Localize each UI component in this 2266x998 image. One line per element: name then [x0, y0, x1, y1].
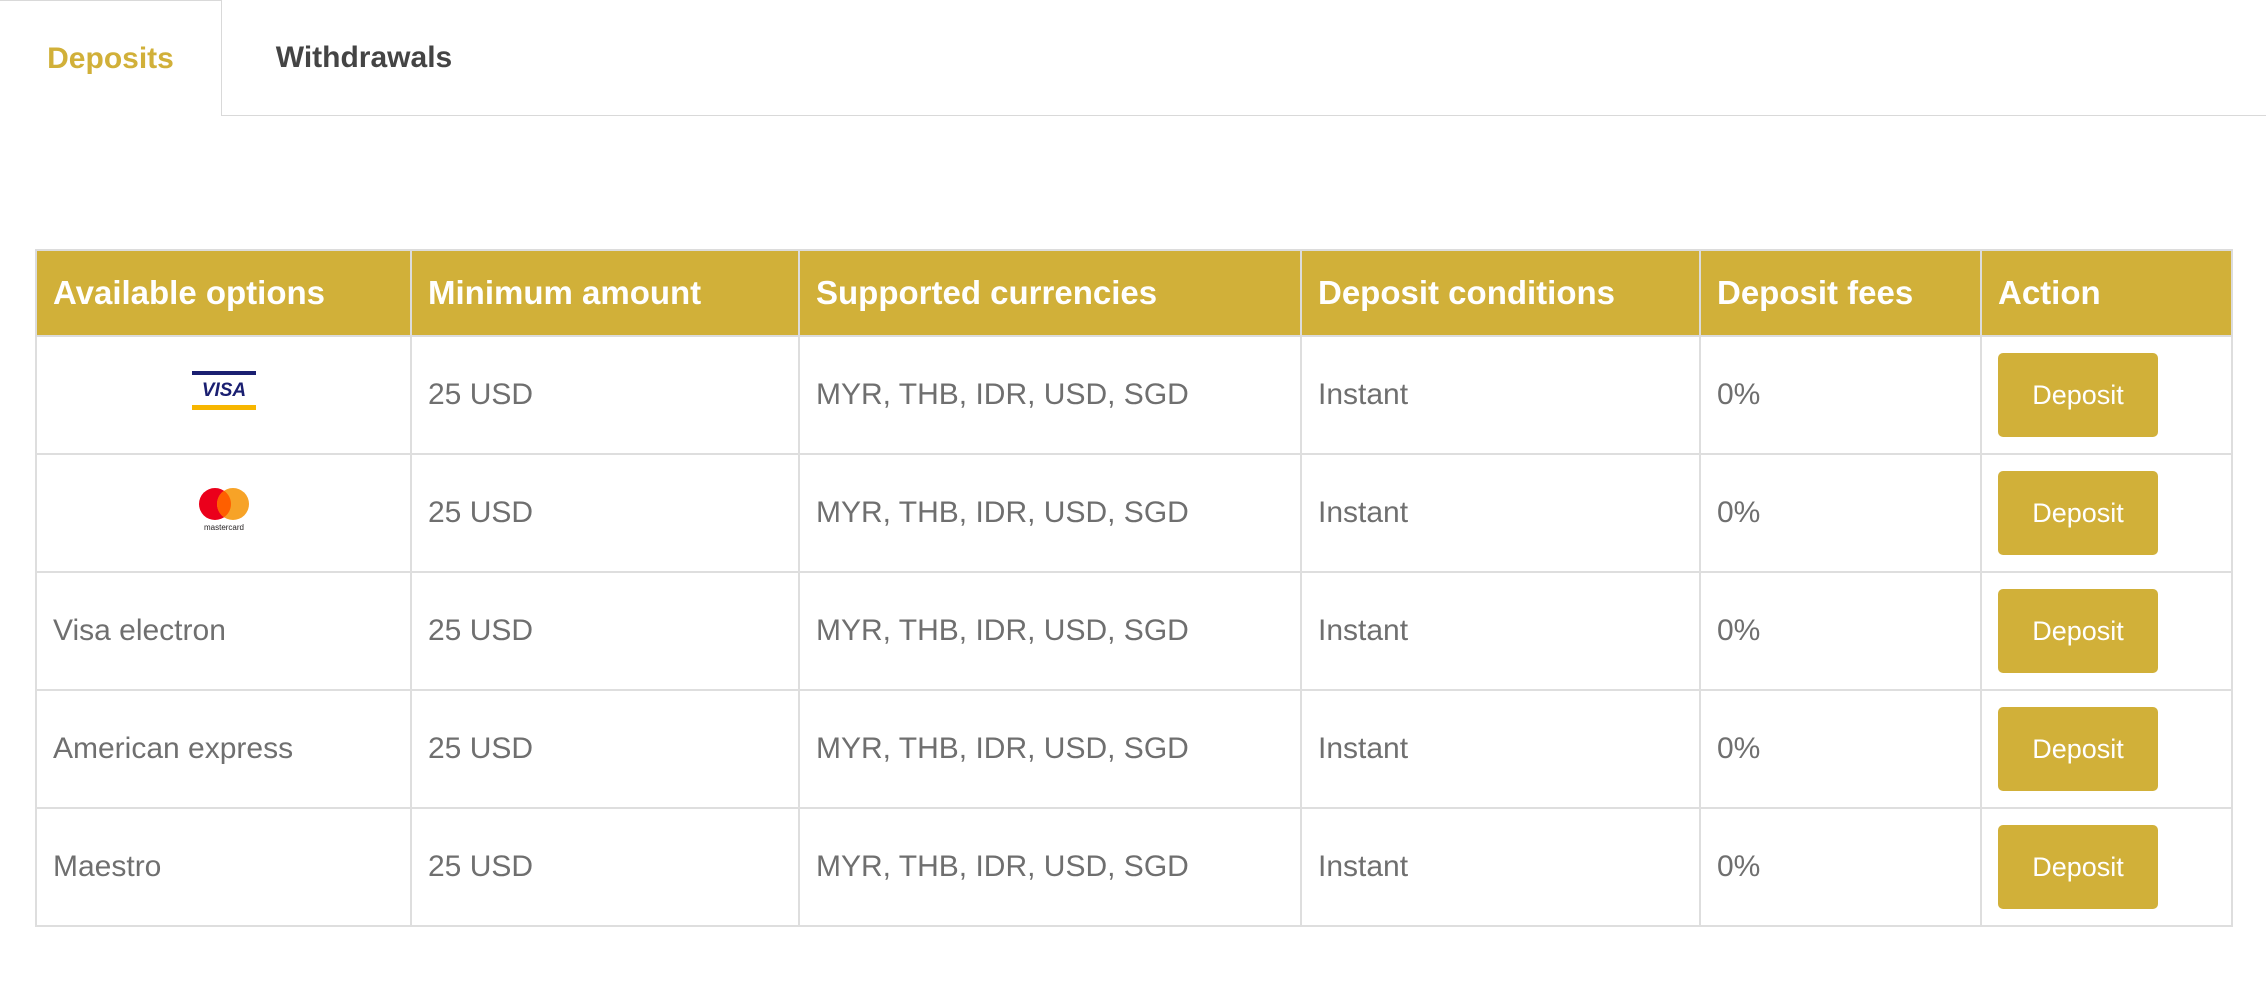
svg-text:mastercard: mastercard: [203, 523, 243, 532]
tab-withdrawals[interactable]: Withdrawals: [222, 0, 506, 116]
option-cell: Maestro: [35, 807, 412, 927]
mastercard-logo: mastercard: [198, 488, 249, 532]
conditions-cell: Instant: [1300, 571, 1701, 691]
min-amount-cell: 25 USD: [410, 571, 800, 691]
min-amount-cell: 25 USD: [410, 807, 800, 927]
currencies-cell: MYR, THB, IDR, USD, SGD: [798, 571, 1302, 691]
visa-logo: VISA: [191, 371, 256, 410]
header-minimum-amount: Minimum amount: [410, 249, 800, 337]
min-amount-cell: 25 USD: [410, 453, 800, 573]
action-cell: Deposit: [1980, 453, 2233, 573]
deposit-button[interactable]: Deposit: [1998, 825, 2158, 909]
table-row: American express 25 USD MYR, THB, IDR, U…: [35, 689, 2233, 809]
header-action: Action: [1980, 249, 2233, 337]
table-header-row: Available options Minimum amount Support…: [35, 249, 2233, 337]
option-cell: Visa electron: [35, 571, 412, 691]
table-row: Visa electron 25 USD MYR, THB, IDR, USD,…: [35, 571, 2233, 691]
fees-cell: 0%: [1699, 571, 1982, 691]
header-available-options: Available options: [35, 249, 412, 337]
currencies-cell: MYR, THB, IDR, USD, SGD: [798, 689, 1302, 809]
action-cell: Deposit: [1980, 571, 2233, 691]
tab-deposits[interactable]: Deposits: [0, 0, 222, 116]
conditions-cell: Instant: [1300, 807, 1701, 927]
deposit-button[interactable]: Deposit: [1998, 353, 2158, 437]
currencies-cell: MYR, THB, IDR, USD, SGD: [798, 335, 1302, 455]
deposit-options-table: Available options Minimum amount Support…: [35, 249, 2233, 927]
option-cell: mastercard: [35, 453, 412, 573]
header-deposit-fees: Deposit fees: [1699, 249, 1982, 337]
fees-cell: 0%: [1699, 807, 1982, 927]
conditions-cell: Instant: [1300, 689, 1701, 809]
fees-cell: 0%: [1699, 453, 1982, 573]
svg-text:VISA: VISA: [201, 380, 245, 401]
conditions-cell: Instant: [1300, 453, 1701, 573]
currencies-cell: MYR, THB, IDR, USD, SGD: [798, 453, 1302, 573]
payment-tabs: Deposits Withdrawals: [0, 0, 2266, 116]
table-row: VISA 25 USD MYR, THB, IDR, USD, SGD Inst…: [35, 335, 2233, 455]
min-amount-cell: 25 USD: [410, 335, 800, 455]
currencies-cell: MYR, THB, IDR, USD, SGD: [798, 807, 1302, 927]
header-deposit-conditions: Deposit conditions: [1300, 249, 1701, 337]
header-supported-currencies: Supported currencies: [798, 249, 1302, 337]
deposit-button[interactable]: Deposit: [1998, 707, 2158, 791]
table-row: mastercard 25 USD MYR, THB, IDR, USD, SG…: [35, 453, 2233, 573]
deposit-button[interactable]: Deposit: [1998, 471, 2158, 555]
min-amount-cell: 25 USD: [410, 689, 800, 809]
action-cell: Deposit: [1980, 807, 2233, 927]
option-cell: American express: [35, 689, 412, 809]
option-cell: VISA: [35, 335, 412, 455]
fees-cell: 0%: [1699, 335, 1982, 455]
action-cell: Deposit: [1980, 335, 2233, 455]
deposit-button[interactable]: Deposit: [1998, 589, 2158, 673]
conditions-cell: Instant: [1300, 335, 1701, 455]
table-row: Maestro 25 USD MYR, THB, IDR, USD, SGD I…: [35, 807, 2233, 927]
action-cell: Deposit: [1980, 689, 2233, 809]
fees-cell: 0%: [1699, 689, 1982, 809]
tabbar-divider: [222, 115, 2266, 116]
